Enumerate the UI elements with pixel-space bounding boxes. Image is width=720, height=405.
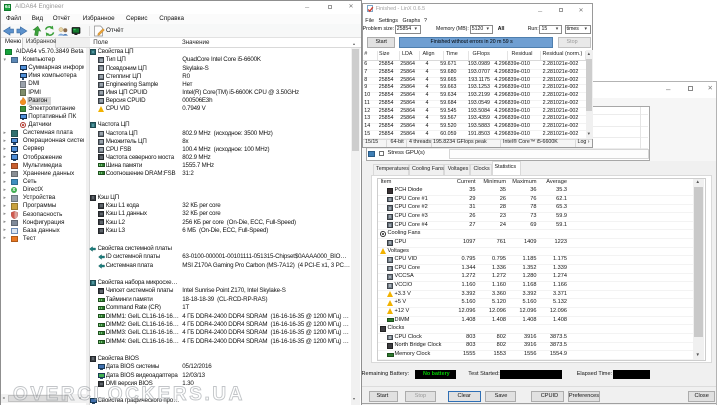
svg-text:OVERCLOCKERS.UA: OVERCLOCKERS.UA — [13, 384, 243, 405]
